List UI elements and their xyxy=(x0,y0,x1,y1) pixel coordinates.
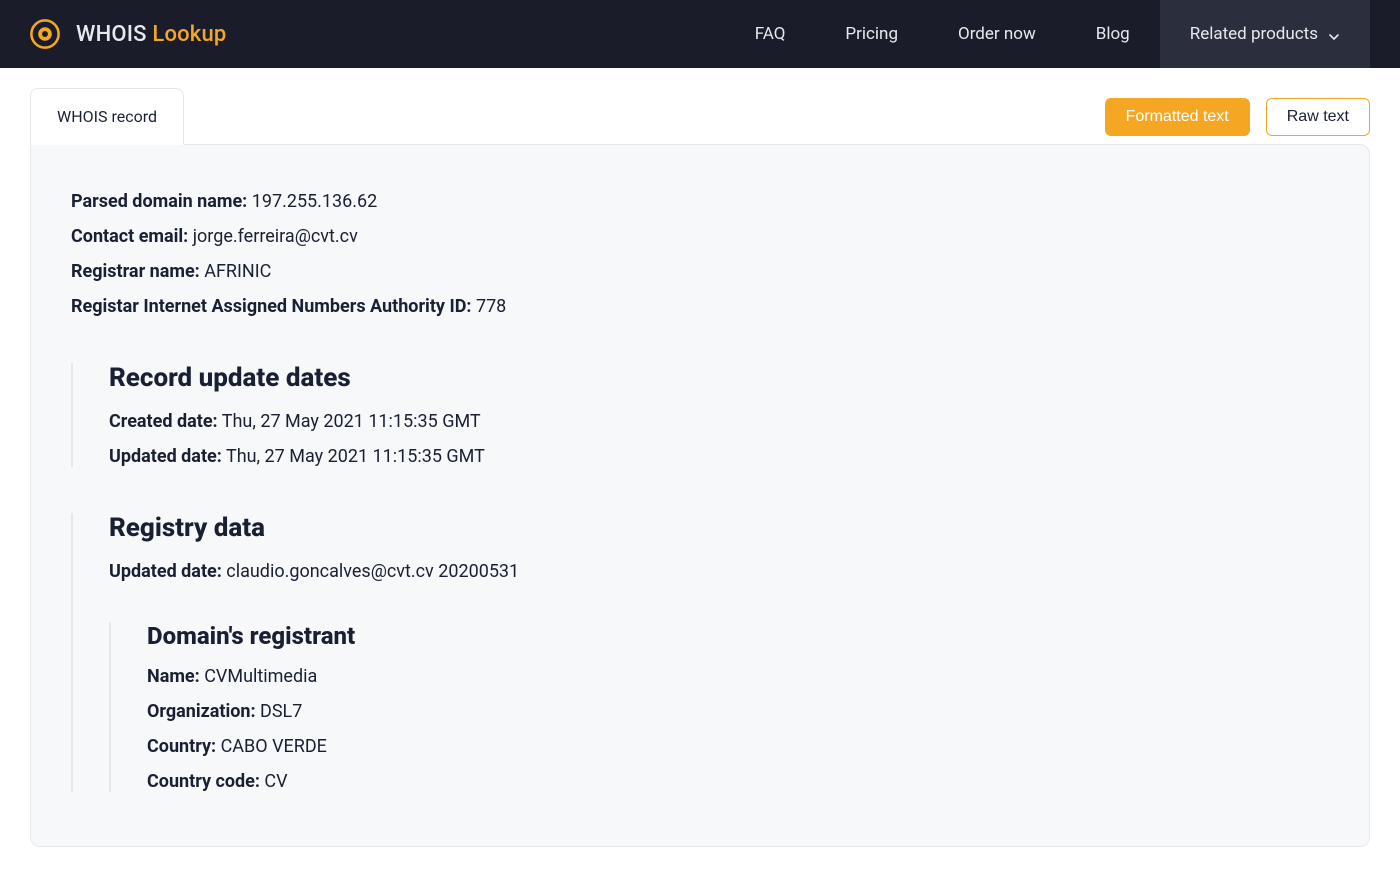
brand-logo-icon xyxy=(28,17,62,51)
kv-value: CABO VERDE xyxy=(221,736,327,757)
kv-label: Created date: xyxy=(109,411,218,432)
kv-label: Updated date: xyxy=(109,561,222,582)
kv-label: Registar Internet Assigned Numbers Autho… xyxy=(71,296,471,317)
kv-label: Registrar name: xyxy=(71,261,200,282)
section-registry-data: Registry data Updated date: claudio.gonc… xyxy=(71,513,1329,792)
main-nav: FAQ Pricing Order now Blog Related produ… xyxy=(725,0,1370,68)
kv-value: CV xyxy=(264,771,287,792)
tab-whois-record[interactable]: WHOIS record xyxy=(30,88,184,145)
nav-order-now[interactable]: Order now xyxy=(928,0,1066,68)
brand: WHOIS Lookup xyxy=(28,17,226,51)
nav-related-label: Related products xyxy=(1190,24,1318,44)
raw-text-button[interactable]: Raw text xyxy=(1266,98,1370,136)
kv-value: Thu, 27 May 2021 11:15:35 GMT xyxy=(226,446,485,467)
section-title: Registry data xyxy=(109,513,1329,543)
topbar: WHOIS Lookup FAQ Pricing Order now Blog … xyxy=(0,0,1400,68)
kv-registrant-organization: Organization: DSL7 xyxy=(147,701,1329,722)
tabs-row: WHOIS record Formatted text Raw text xyxy=(30,88,1370,145)
nav-blog[interactable]: Blog xyxy=(1066,0,1160,68)
kv-value: DSL7 xyxy=(260,701,302,722)
kv-value: jorge.ferreira@cvt.cv xyxy=(193,226,358,247)
nav-faq[interactable]: FAQ xyxy=(725,0,816,68)
kv-iana-id: Registar Internet Assigned Numbers Autho… xyxy=(71,296,1329,317)
kv-registrar-name: Registrar name: AFRINIC xyxy=(71,261,1329,282)
brand-word-lookup: Lookup xyxy=(152,22,226,47)
nav-pricing[interactable]: Pricing xyxy=(815,0,928,68)
formatted-text-button[interactable]: Formatted text xyxy=(1105,98,1250,136)
kv-value: AFRINIC xyxy=(204,261,271,282)
kv-registrant-name: Name: CVMultimedia xyxy=(147,666,1329,687)
subsection-title: Domain's registrant xyxy=(147,622,1329,650)
kv-value: Thu, 27 May 2021 11:15:35 GMT xyxy=(222,411,481,432)
page: WHOIS record Formatted text Raw text Par… xyxy=(0,68,1400,887)
kv-created-date: Created date: Thu, 27 May 2021 11:15:35 … xyxy=(109,411,1329,432)
kv-registrant-country-code: Country code: CV xyxy=(147,771,1329,792)
brand-word-whois: WHOIS xyxy=(76,22,147,47)
kv-value: 778 xyxy=(476,296,506,317)
section-record-update-dates: Record update dates Created date: Thu, 2… xyxy=(71,363,1329,467)
kv-parsed-domain: Parsed domain name: 197.255.136.62 xyxy=(71,191,1329,212)
kv-value: CVMultimedia xyxy=(204,666,317,687)
nav-related-products[interactable]: Related products xyxy=(1160,0,1370,68)
kv-label: Contact email: xyxy=(71,226,188,247)
kv-registry-updated: Updated date: claudio.goncalves@cvt.cv 2… xyxy=(109,561,1329,582)
chevron-down-icon xyxy=(1328,28,1340,40)
kv-updated-date: Updated date: Thu, 27 May 2021 11:15:35 … xyxy=(109,446,1329,467)
kv-label: Parsed domain name: xyxy=(71,191,247,212)
kv-label: Updated date: xyxy=(109,446,222,467)
whois-panel: Parsed domain name: 197.255.136.62 Conta… xyxy=(30,144,1370,847)
section-title: Record update dates xyxy=(109,363,1329,393)
view-toggle-actions: Formatted text Raw text xyxy=(1105,98,1370,136)
kv-registrant-country: Country: CABO VERDE xyxy=(147,736,1329,757)
kv-label: Organization: xyxy=(147,701,256,722)
kv-contact-email: Contact email: jorge.ferreira@cvt.cv xyxy=(71,226,1329,247)
subsection-domain-registrant: Domain's registrant Name: CVMultimedia O… xyxy=(109,622,1329,792)
kv-label: Country code: xyxy=(147,771,260,792)
kv-label: Name: xyxy=(147,666,200,687)
kv-label: Country: xyxy=(147,736,216,757)
kv-value: 197.255.136.62 xyxy=(252,191,378,212)
kv-value: claudio.goncalves@cvt.cv 20200531 xyxy=(226,561,519,582)
brand-title: WHOIS Lookup xyxy=(76,22,226,47)
